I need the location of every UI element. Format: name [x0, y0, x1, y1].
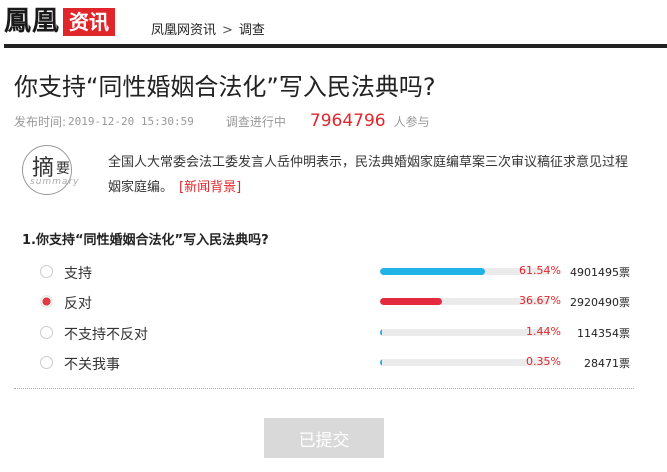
question-title: 1.你支持“同性婚姻合法化”写入民法典吗? — [22, 233, 269, 248]
radio-button[interactable] — [40, 326, 53, 339]
site-header: 鳳凰 资讯 凤凰网资讯 > 调查 — [0, 0, 667, 44]
news-background-link[interactable]: [新闻背景] — [179, 180, 241, 195]
result-votes: 2920490票 — [570, 296, 630, 309]
breadcrumb: 凤凰网资讯 > 调查 — [151, 19, 265, 38]
page-title: 你支持“同性婚姻合法化”写入民法典吗? — [14, 73, 436, 101]
result-percent: 36.67% — [519, 294, 561, 307]
summary-line-1: 全国人大常委会法工委发言人岳仲明表示，民法典婚姻家庭编草案三次审议稿征求意见过程 — [108, 155, 629, 170]
poll-meta: 发布时间: 2019-12-20 15:30:59 调查进行中 7964796 … — [14, 110, 430, 132]
option-label: 支持 — [64, 266, 92, 282]
poll-option[interactable]: 不关我事 0.35% 28471票 — [40, 351, 640, 375]
result-votes: 4901495票 — [570, 266, 630, 279]
radio-button[interactable] — [40, 295, 53, 308]
summary-line-2-text: 姻家庭编。 — [108, 180, 174, 195]
summary-text: 全国人大常委会法工委发言人岳仲明表示，民法典婚姻家庭编草案三次审议稿征求意见过程… — [108, 150, 667, 200]
result-votes: 28471票 — [584, 357, 630, 370]
section-divider — [14, 388, 634, 389]
radio-button[interactable] — [40, 356, 53, 369]
poll-status: 调查进行中 — [225, 114, 286, 129]
result-votes: 114354票 — [577, 327, 630, 340]
result-bar-fill — [380, 298, 443, 305]
summary-badge-en: summary — [30, 177, 80, 187]
option-label: 不关我事 — [64, 357, 120, 373]
result-bar-fill — [380, 359, 383, 366]
header-divider — [4, 44, 667, 48]
option-label: 反对 — [64, 296, 92, 312]
logo-wordmark: 鳳凰 — [4, 6, 60, 37]
result-bar-fill — [380, 329, 383, 336]
publish-label: 发布时间: — [14, 114, 67, 129]
option-label: 不支持不反对 — [64, 327, 148, 343]
participant-count: 7964796 — [309, 111, 386, 131]
participant-suffix: 人参与 — [393, 114, 430, 129]
result-percent: 1.44% — [526, 325, 561, 338]
publish-time: 2019-12-20 15:30:59 — [68, 114, 194, 128]
poll-option[interactable]: 反对 36.67% 2920490票 — [40, 290, 640, 314]
poll-option[interactable]: 支持 61.54% 4901495票 — [40, 260, 640, 284]
result-percent: 61.54% — [519, 264, 561, 277]
breadcrumb-separator: > — [222, 23, 233, 38]
site-logo[interactable]: 鳳凰 资讯 — [4, 6, 115, 38]
logo-channel-badge: 资讯 — [63, 8, 115, 36]
summary-line-2: 姻家庭编。 [新闻背景] — [108, 175, 667, 200]
breadcrumb-current[interactable]: 调查 — [239, 23, 265, 38]
poll-option[interactable]: 不支持不反对 1.44% 114354票 — [40, 321, 640, 345]
result-percent: 0.35% — [526, 355, 561, 368]
summary-badge-char-small: 要 — [56, 161, 70, 177]
breadcrumb-home-link[interactable]: 凤凰网资讯 — [151, 23, 216, 38]
result-bar-fill — [380, 268, 485, 275]
radio-button[interactable] — [40, 265, 53, 278]
summary-icon: 摘 要 summary — [22, 145, 80, 195]
submit-button[interactable]: 已提交 — [264, 418, 384, 458]
